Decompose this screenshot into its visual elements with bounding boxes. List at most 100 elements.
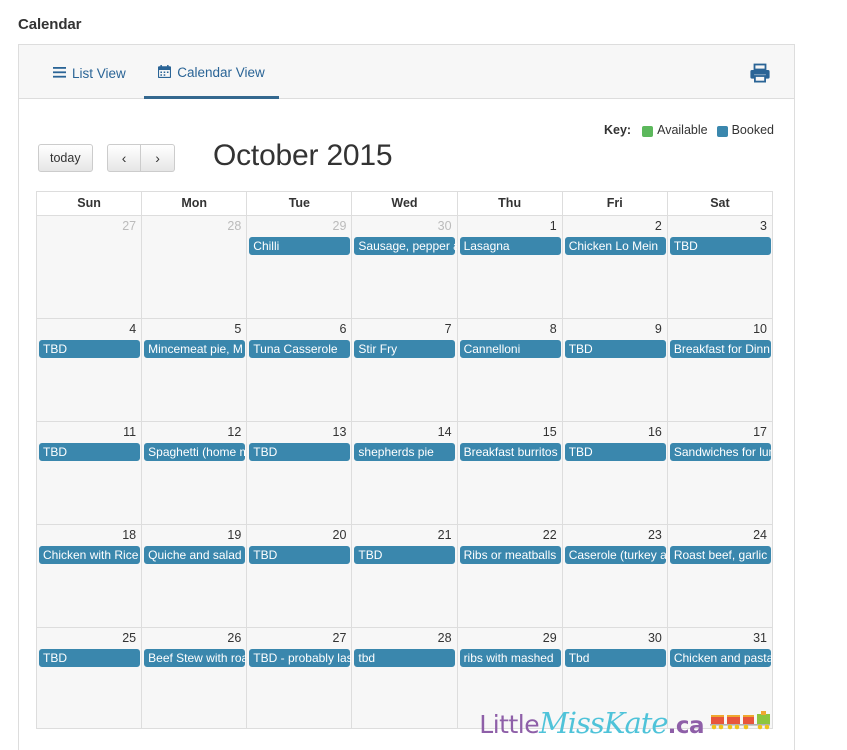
calendar-event[interactable]: tbd — [354, 649, 456, 667]
tab-calendar-view[interactable]: Calendar View — [144, 45, 279, 99]
day-cell[interactable]: 16 TBD — [563, 422, 668, 524]
day-cell[interactable]: 25 TBD — [37, 628, 143, 728]
day-cell[interactable]: 12 Spaghetti (home m — [142, 422, 248, 524]
calendar-event[interactable]: TBD — [39, 443, 140, 461]
calendar-event[interactable]: TBD — [39, 340, 140, 358]
calendar-event[interactable]: Sandwiches for lun — [669, 443, 772, 461]
calendar-event[interactable]: shepherds pie — [354, 443, 456, 461]
prev-month-button[interactable]: ‹ — [107, 144, 142, 172]
day-cell[interactable]: 13 TBD — [247, 422, 353, 524]
calendar-event[interactable]: TBD — [564, 340, 666, 358]
calendar-event[interactable]: Tbd — [564, 649, 666, 667]
day-cell[interactable]: 3 TBD — [668, 216, 772, 318]
calendar-event[interactable]: Lasagna — [459, 237, 561, 255]
day-cell[interactable]: 26 Beef Stew with roa — [142, 628, 248, 728]
day-number: 9 — [654, 322, 662, 336]
day-cell[interactable]: 8 Cannelloni — [458, 319, 563, 421]
day-cell[interactable]: 29 ribs with mashed — [458, 628, 563, 728]
day-cell[interactable]: 19 Quiche and salad — [142, 525, 248, 627]
day-cell[interactable]: 10 Breakfast for Dinn — [668, 319, 772, 421]
day-header-sat: Sat — [667, 192, 772, 216]
print-button[interactable] — [748, 61, 772, 85]
calendar-event[interactable]: Quiche and salad — [144, 546, 246, 564]
calendar-event[interactable]: Sausage, pepper and — [354, 237, 457, 255]
day-cell[interactable]: 2 Chicken Lo Mein — [563, 216, 668, 318]
calendar-week: 4 TBD 5 Mincemeat pie, M 6 Tuna Casserole 7 Sti… — [37, 319, 772, 422]
day-cell[interactable]: 27 TBD - probably las — [247, 628, 353, 728]
day-cell[interactable]: 9 TBD — [563, 319, 668, 421]
day-number: 3 — [760, 219, 767, 233]
day-cell[interactable]: 24 Roast beef, garlic — [668, 525, 772, 627]
day-cell[interactable]: 30 Tbd — [563, 628, 668, 728]
calendar-event[interactable]: Chicken Lo Mein — [564, 237, 666, 255]
day-number: 6 — [339, 322, 347, 336]
calendar-event[interactable]: ribs with mashed — [459, 649, 561, 667]
calendar-event[interactable]: TBD — [39, 649, 140, 667]
calendar-event[interactable]: TBD — [249, 546, 351, 564]
day-cell[interactable]: 31 Chicken and pasta — [668, 628, 772, 728]
day-cell[interactable]: 21 TBD — [352, 525, 458, 627]
tab-list-view[interactable]: List View — [39, 46, 140, 100]
day-cell[interactable]: 4 TBD — [37, 319, 143, 421]
day-number: 28 — [227, 219, 242, 233]
day-cell[interactable]: 28 — [142, 216, 248, 318]
day-header-mon: Mon — [142, 192, 248, 216]
tab-list-view-label: List View — [72, 65, 126, 81]
calendar-event[interactable]: Ribs or meatballs — [459, 546, 561, 564]
next-month-button[interactable]: › — [141, 144, 176, 172]
day-number: 26 — [227, 631, 242, 645]
calendar-event[interactable]: Chicken with Rice — [39, 546, 140, 564]
day-number: 4 — [129, 322, 137, 336]
day-cell[interactable]: 27 — [37, 216, 143, 318]
day-number: 18 — [122, 528, 137, 542]
day-cell[interactable]: 23 Caserole (turkey a — [563, 525, 668, 627]
day-number: 8 — [549, 322, 557, 336]
day-cell[interactable]: 1 Lasagna — [458, 216, 563, 318]
printer-icon — [750, 63, 770, 83]
calendar-event[interactable]: TBD - probably las — [249, 649, 351, 667]
day-cell[interactable]: 18 Chicken with Rice — [37, 525, 143, 627]
day-number: 10 — [753, 322, 767, 336]
calendar-event[interactable]: TBD — [669, 237, 771, 255]
view-tabs: List View Calendar View — [19, 45, 794, 99]
day-number: 29 — [542, 631, 557, 645]
calendar-event[interactable]: Cannelloni — [459, 340, 561, 358]
day-number: 7 — [444, 322, 452, 336]
calendar-event[interactable]: Spaghetti (home m — [144, 443, 246, 461]
calendar-event[interactable]: Breakfast for Dinn — [669, 340, 771, 358]
key-item-booked-label: Booked — [731, 123, 774, 137]
calendar-week: 27 28 29 Chilli 30 Sausage, pepper and 1 Lasagn… — [37, 216, 772, 319]
day-cell[interactable]: 20 TBD — [247, 525, 353, 627]
calendar-event[interactable]: Chilli — [249, 237, 351, 255]
calendar-event[interactable]: TBD — [564, 443, 666, 461]
day-number: 12 — [227, 425, 242, 439]
calendar-event[interactable]: Tuna Casserole — [249, 340, 351, 358]
day-cell[interactable]: 14 shepherds pie — [352, 422, 458, 524]
day-cell[interactable]: 15 Breakfast burritos — [458, 422, 563, 524]
day-cell[interactable]: 7 Stir Fry — [352, 319, 458, 421]
day-cell[interactable]: 5 Mincemeat pie, M — [142, 319, 248, 421]
calendar-event[interactable]: Chicken and pasta — [669, 649, 772, 667]
calendar-event[interactable]: Roast beef, garlic — [669, 546, 771, 564]
day-cell[interactable]: 22 Ribs or meatballs — [458, 525, 563, 627]
calendar-event[interactable]: Breakfast burritos — [459, 443, 561, 461]
day-cell[interactable]: 29 Chilli — [247, 216, 353, 318]
day-cell[interactable]: 17 Sandwiches for lun — [668, 422, 772, 524]
calendar-event[interactable]: Mincemeat pie, M — [144, 340, 246, 358]
today-button[interactable]: today — [38, 144, 93, 172]
calendar-event[interactable]: Stir Fry — [354, 340, 456, 358]
day-cell[interactable]: 6 Tuna Casserole — [247, 319, 353, 421]
page-title: Calendar — [18, 16, 82, 33]
day-cell[interactable]: 11 TBD — [37, 422, 143, 524]
calendar-event[interactable]: Caserole (turkey a — [564, 546, 667, 564]
day-number: 11 — [123, 425, 137, 439]
day-cell[interactable]: 28 tbd — [352, 628, 458, 728]
month-nav-group: ‹ › — [107, 144, 176, 172]
day-header-thu: Thu — [457, 192, 563, 216]
day-number: 28 — [437, 631, 452, 645]
day-cell[interactable]: 30 Sausage, pepper and — [352, 216, 458, 318]
calendar-event[interactable]: Beef Stew with roa — [144, 649, 246, 667]
calendar-event[interactable]: TBD — [249, 443, 351, 461]
calendar-panel: List View Calendar View Key: Available B… — [18, 44, 795, 750]
calendar-event[interactable]: TBD — [354, 546, 456, 564]
